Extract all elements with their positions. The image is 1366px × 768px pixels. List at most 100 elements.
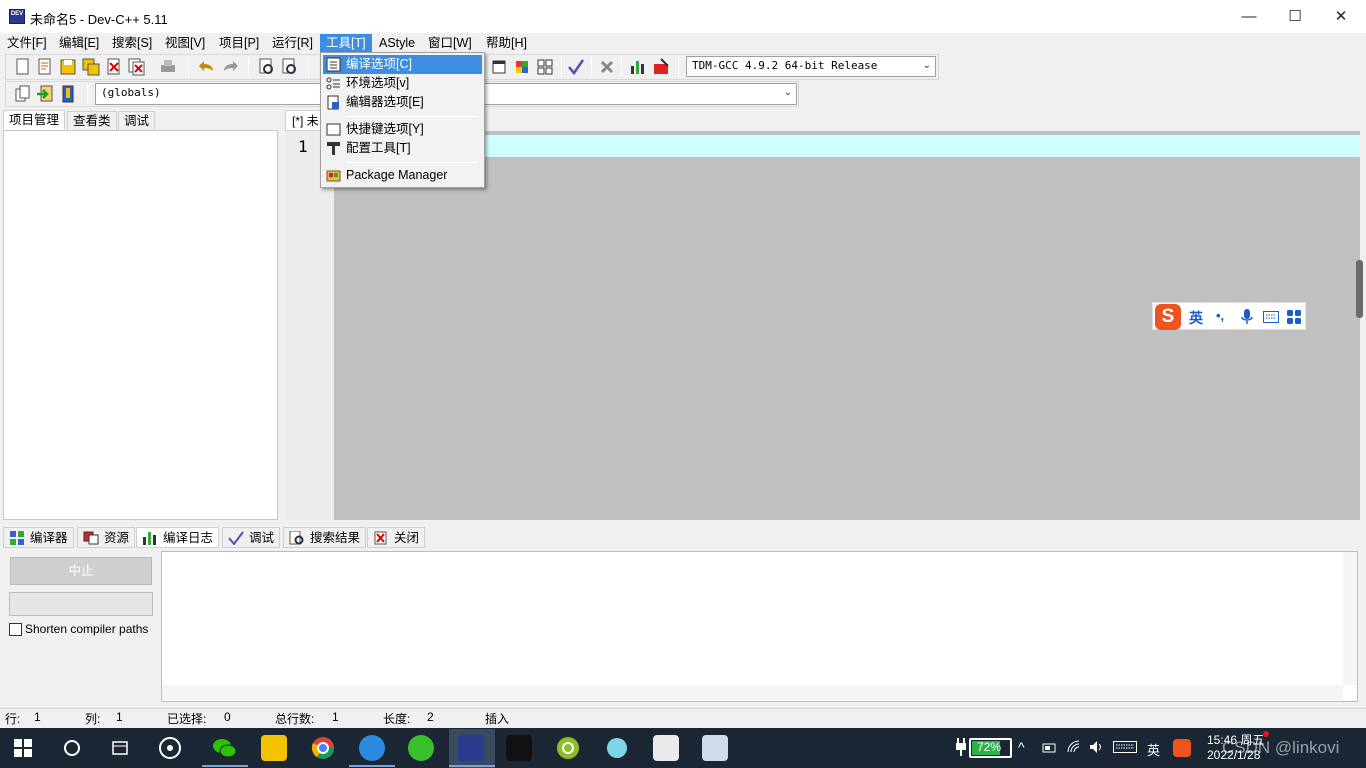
grid-icon[interactable] <box>535 57 555 77</box>
syntax-check-icon[interactable] <box>566 57 586 77</box>
tab-search-results[interactable]: 搜索结果 <box>283 527 367 548</box>
tab-compiler[interactable]: 编译器 <box>3 527 74 548</box>
undo-icon[interactable] <box>197 57 217 77</box>
redo-icon[interactable] <box>220 57 240 77</box>
windows-start-icon[interactable] <box>14 739 32 760</box>
sogou-logo-icon: S <box>1155 304 1181 330</box>
flower-app-icon[interactable] <box>604 735 630 761</box>
profile-chart-icon[interactable] <box>628 57 648 77</box>
green-circle-app-icon[interactable] <box>555 735 581 761</box>
keyboard-icon[interactable] <box>1263 311 1279 326</box>
tab-debug[interactable]: 调试 <box>118 111 156 131</box>
battery-tray-icon[interactable] <box>1042 741 1058 758</box>
close-file-icon[interactable] <box>104 57 124 77</box>
input-lang-indicator[interactable]: 英 <box>1147 740 1160 759</box>
colors-icon[interactable] <box>512 57 532 77</box>
close-panel-icon <box>373 531 389 545</box>
wechat-icon[interactable] <box>211 735 237 761</box>
menu-package-manager[interactable]: Package Manager <box>323 166 482 185</box>
microphone-icon[interactable] <box>1241 309 1253 328</box>
tab-classes[interactable]: 查看类 <box>67 111 117 131</box>
progress-bar <box>9 592 153 616</box>
fullscreen-icon[interactable] <box>489 57 509 77</box>
stop-icon[interactable] <box>597 57 617 77</box>
replace-icon[interactable] <box>280 57 300 77</box>
tab-close-panel[interactable]: 关闭 <box>367 527 426 548</box>
delete-profile-icon[interactable] <box>651 57 671 77</box>
shorten-paths-checkbox[interactable] <box>9 623 22 636</box>
csdn-watermark: CSDN @linkovi <box>1222 738 1340 757</box>
menu-compiler-options[interactable]: 编译选项[C] <box>323 55 482 74</box>
compiler-select[interactable]: TDM-GCC 4.9.2 64-bit Release ⌄ <box>686 56 936 77</box>
current-line-highlight <box>334 135 1360 157</box>
find-icon[interactable] <box>257 57 277 77</box>
ime-toolbar[interactable]: S 英 •, <box>1152 302 1306 330</box>
menu-view[interactable]: 视图[V] <box>159 34 211 53</box>
notification-dot <box>1263 731 1269 737</box>
menu-tools[interactable]: 工具[T] <box>320 34 372 53</box>
chevron-down-icon: ⌄ <box>922 60 931 71</box>
menu-astyle[interactable]: AStyle <box>373 34 421 53</box>
security-app-icon[interactable] <box>408 735 434 761</box>
save-icon[interactable] <box>58 57 78 77</box>
tab-resources[interactable]: 资源 <box>77 527 136 548</box>
battery-indicator[interactable]: 72% <box>969 738 1012 758</box>
search-circle-icon[interactable] <box>63 739 81 760</box>
window-title: 未命名5 - Dev-C++ 5.11 <box>30 12 168 27</box>
window-app-icon[interactable] <box>653 735 679 761</box>
resources-icon <box>83 531 99 545</box>
sogou-tray-icon[interactable] <box>1173 739 1191 757</box>
volume-icon[interactable] <box>1089 740 1105 757</box>
status-col-value: 1 <box>116 710 123 724</box>
abort-button[interactable]: 中止 <box>10 557 152 585</box>
apps-icon[interactable] <box>1287 310 1301 327</box>
goto-icon[interactable] <box>35 84 55 104</box>
image-app-icon[interactable] <box>702 735 728 761</box>
menu-shortcut-options[interactable]: 快捷键选项[Y] <box>323 120 482 139</box>
task-view-icon[interactable] <box>111 739 129 760</box>
menu-run[interactable]: 运行[R] <box>266 34 319 53</box>
menu-help[interactable]: 帮助[H] <box>480 34 533 53</box>
tab-compile-log[interactable]: 编译日志 <box>136 527 220 548</box>
menu-file[interactable]: 文件[F] <box>1 34 53 53</box>
menu-configure-tools[interactable]: 配置工具[T] <box>323 139 482 158</box>
hammer-icon <box>326 141 341 156</box>
project-tree[interactable] <box>3 130 278 520</box>
log-vertical-scrollbar[interactable] <box>1343 552 1357 685</box>
editor-scrollbar[interactable] <box>1356 260 1363 318</box>
ime-lang[interactable]: 英 <box>1189 308 1203 328</box>
tray-chevron-up-icon[interactable]: ^ <box>1018 739 1025 755</box>
log-horizontal-scrollbar[interactable] <box>162 685 1343 700</box>
menu-edit[interactable]: 编辑[E] <box>53 34 105 53</box>
tab-project[interactable]: 项目管理 <box>3 110 66 130</box>
tab-debug-bottom[interactable]: 调试 <box>222 527 281 548</box>
menu-window[interactable]: 窗口[W] <box>422 34 478 53</box>
close-button[interactable]: ✕ <box>1318 0 1364 33</box>
save-all-icon[interactable] <box>81 57 101 77</box>
new-file-icon[interactable] <box>13 57 33 77</box>
menu-search[interactable]: 搜索[S] <box>106 34 158 53</box>
keyboard-tray-icon[interactable] <box>1113 741 1137 756</box>
shortcut-icon <box>326 122 341 137</box>
devcpp-taskbar-icon[interactable] <box>458 735 484 761</box>
battery-percent: 72% <box>977 740 1002 754</box>
file-explorer-icon[interactable] <box>261 735 287 761</box>
ime-punct[interactable]: •, <box>1216 308 1224 323</box>
menu-project[interactable]: 项目[P] <box>213 34 265 53</box>
open-file-icon[interactable] <box>35 57 55 77</box>
menu-editor-options[interactable]: 编辑器选项[E] <box>323 93 482 112</box>
bird-app-icon[interactable] <box>506 735 532 761</box>
close-all-icon[interactable] <box>127 57 147 77</box>
insert-icon[interactable] <box>12 84 32 104</box>
list-icon <box>326 76 341 91</box>
maximize-button[interactable]: ☐ <box>1272 0 1318 33</box>
print-icon[interactable] <box>158 57 178 77</box>
compile-log-output[interactable] <box>161 551 1358 702</box>
wifi-icon[interactable] <box>1067 740 1083 757</box>
menu-environment-options[interactable]: 环境选项[v] <box>323 74 482 93</box>
fan-app-icon[interactable] <box>157 735 183 761</box>
bookmark-icon[interactable] <box>58 84 78 104</box>
minimize-button[interactable]: — <box>1226 0 1272 33</box>
sogou-search-icon[interactable] <box>359 735 385 761</box>
chrome-icon[interactable] <box>310 735 336 761</box>
